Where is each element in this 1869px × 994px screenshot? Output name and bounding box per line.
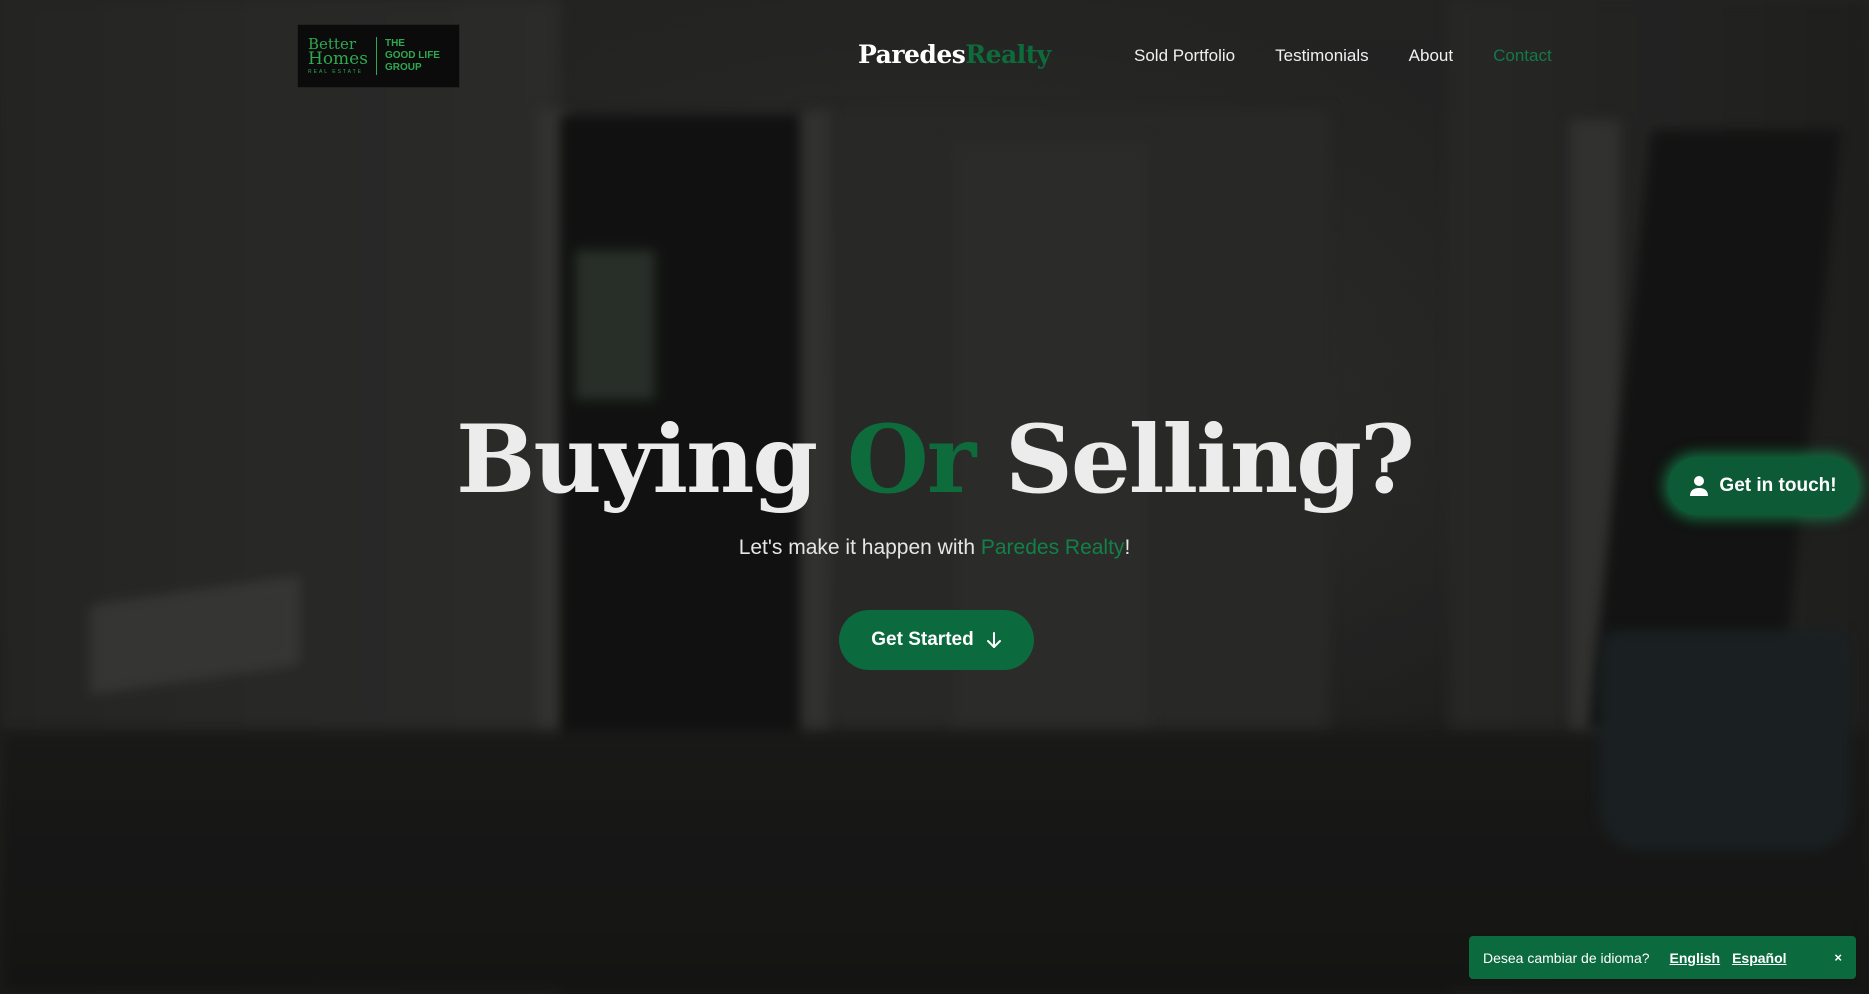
get-started-label: Get Started bbox=[871, 629, 974, 650]
nav-item-sold-portfolio[interactable]: Sold Portfolio bbox=[1134, 46, 1235, 66]
hero-sub-accent: Paredes Realty bbox=[980, 536, 1125, 559]
brand-part-paredes: Paredes bbox=[858, 40, 966, 69]
company-logo[interactable]: Better Homes REAL ESTATE THE GOOD LIFE G… bbox=[297, 24, 460, 88]
hero-subtitle: Let's make it happen with Paredes Realty… bbox=[0, 536, 1869, 560]
brand-wordmark[interactable]: ParedesRealty bbox=[858, 40, 1051, 69]
brand-part-realty: Realty bbox=[965, 40, 1051, 69]
get-started-button[interactable]: Get Started bbox=[839, 610, 1034, 670]
get-in-touch-button[interactable]: Get in touch! bbox=[1668, 457, 1858, 515]
logo-text-good-life: GOOD LIFE bbox=[384, 50, 440, 61]
close-icon[interactable]: × bbox=[1834, 950, 1842, 965]
logo-text-the: THE bbox=[384, 38, 405, 49]
language-spanish-link[interactable]: Español bbox=[1732, 950, 1786, 966]
hero-title: Buying Or Selling? bbox=[0, 400, 1869, 520]
logo-good-life: THE GOOD LIFE GROUP bbox=[377, 38, 440, 74]
language-english-link[interactable]: English bbox=[1670, 950, 1721, 966]
user-icon bbox=[1690, 476, 1709, 496]
language-question: Desea cambiar de idioma? bbox=[1483, 949, 1650, 966]
hero-title-part2: Selling? bbox=[974, 405, 1415, 515]
logo-text-group: GROUP bbox=[384, 62, 422, 73]
hero-sub-prefix: Let's make it happen with bbox=[738, 536, 981, 559]
nav-item-testimonials[interactable]: Testimonials bbox=[1275, 46, 1369, 66]
hero-sub-suffix: ! bbox=[1124, 536, 1131, 559]
nav-item-contact[interactable]: Contact bbox=[1493, 46, 1552, 66]
nav-item-about[interactable]: About bbox=[1409, 46, 1453, 66]
hero-title-part1: Buying bbox=[455, 405, 847, 515]
logo-better-homes: Better Homes REAL ESTATE bbox=[308, 36, 377, 76]
logo-text-real-estate: REAL ESTATE bbox=[308, 69, 363, 76]
arrow-down-icon bbox=[986, 632, 1001, 648]
language-switch-bar: Desea cambiar de idioma? English Español… bbox=[1469, 936, 1856, 979]
site-header: Better Homes REAL ESTATE THE GOOD LIFE G… bbox=[0, 0, 1869, 112]
logo-text-homes: Homes bbox=[308, 49, 368, 70]
main-nav: Sold Portfolio Testimonials About Contac… bbox=[1134, 46, 1552, 66]
get-in-touch-label: Get in touch! bbox=[1719, 475, 1837, 496]
hero-title-accent: Or bbox=[846, 405, 976, 515]
